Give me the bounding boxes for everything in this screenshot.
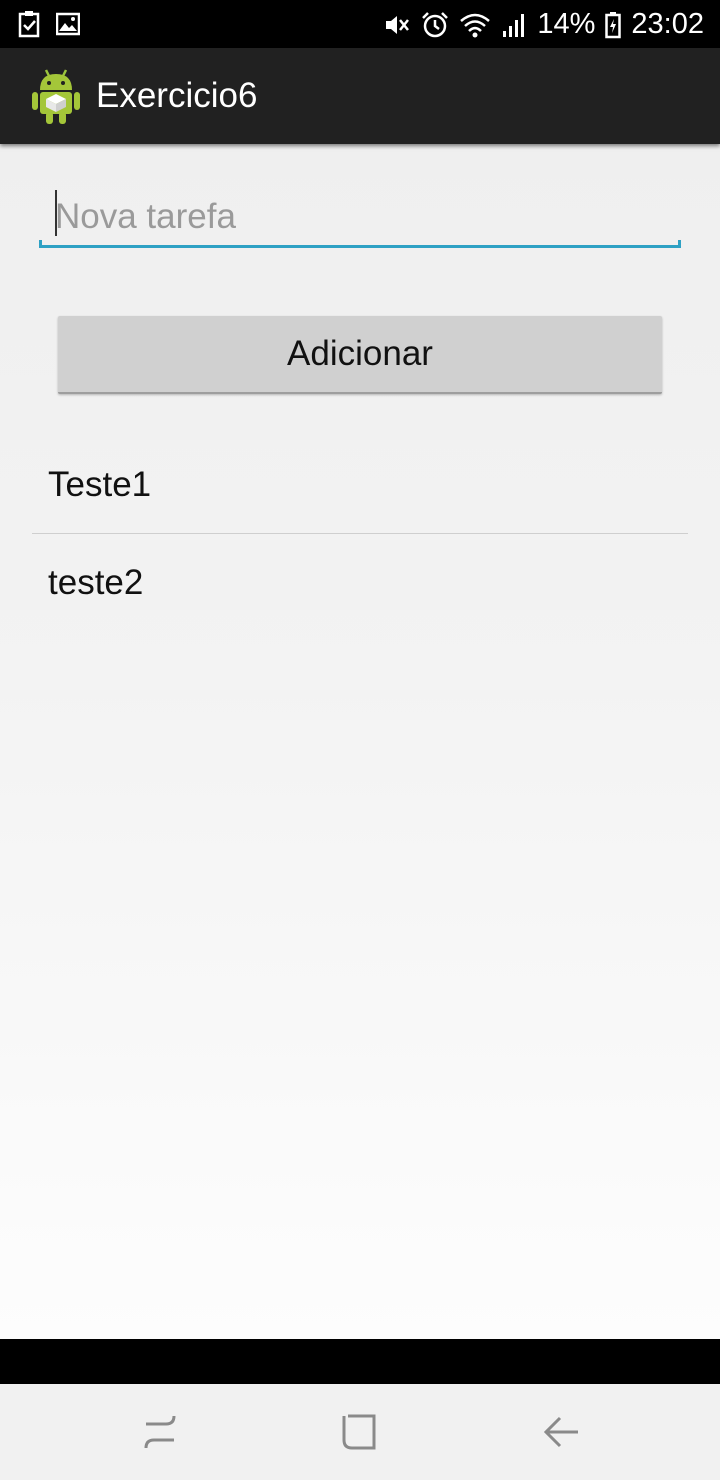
wifi-icon	[459, 11, 491, 39]
task-input-container	[39, 184, 681, 248]
list-item[interactable]: Teste1	[32, 436, 688, 533]
status-bar: 14% 23:02	[0, 0, 720, 48]
app-title: Exercicio6	[96, 76, 258, 115]
alarm-icon	[421, 11, 449, 39]
main-content: Adicionar Teste1 teste2	[0, 144, 720, 1339]
action-bar: Exercicio6	[0, 48, 720, 144]
navigation-bar	[0, 1384, 720, 1480]
task-check-icon	[18, 10, 42, 38]
battery-percent: 14%	[537, 8, 596, 40]
status-left-icons	[18, 10, 80, 38]
recents-icon[interactable]	[140, 1412, 180, 1452]
add-button[interactable]: Adicionar	[58, 316, 662, 394]
vibrate-mute-icon	[383, 11, 411, 39]
list-item-label: Teste1	[48, 464, 152, 504]
clock-time: 23:02	[631, 8, 704, 40]
android-app-icon	[30, 66, 82, 126]
bottom-strip	[0, 1339, 720, 1384]
list-item[interactable]: teste2	[32, 534, 688, 631]
list-item-label: teste2	[48, 562, 144, 602]
task-list: Teste1 teste2	[32, 436, 688, 631]
back-icon[interactable]	[542, 1412, 582, 1452]
text-cursor	[55, 190, 57, 236]
task-input[interactable]	[55, 192, 655, 242]
signal-icon	[501, 11, 527, 39]
battery-charging-icon	[605, 11, 622, 39]
status-right-icons: 14% 23:02	[383, 8, 704, 41]
home-icon[interactable]	[340, 1412, 380, 1452]
image-icon	[56, 10, 80, 38]
